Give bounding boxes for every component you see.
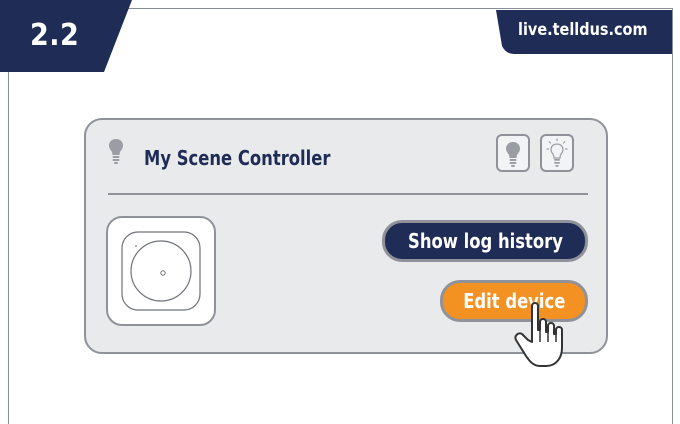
card-header: My Scene Controller (86, 120, 606, 190)
device-name: My Scene Controller (144, 146, 331, 170)
hand-pointer-icon (512, 300, 574, 372)
frame-left-border (8, 70, 9, 424)
turn-on-button[interactable] (540, 134, 574, 172)
url-badge: live.telldus.com (476, 10, 672, 54)
frame-right-border (672, 8, 673, 424)
card-divider (108, 193, 588, 195)
lightbulb-on-icon (546, 138, 568, 167)
step-number: 2.2 (30, 18, 80, 53)
turn-off-button[interactable] (496, 134, 530, 172)
step-badge: 2.2 (0, 0, 132, 72)
show-log-history-button[interactable]: Show log history (382, 220, 588, 262)
show-log-history-label: Show log history (407, 229, 563, 253)
scene-controller-device-icon (106, 216, 216, 326)
lightbulb-off-icon (506, 142, 520, 167)
lightbulb-icon (108, 138, 124, 164)
site-url: live.telldus.com (518, 20, 648, 40)
